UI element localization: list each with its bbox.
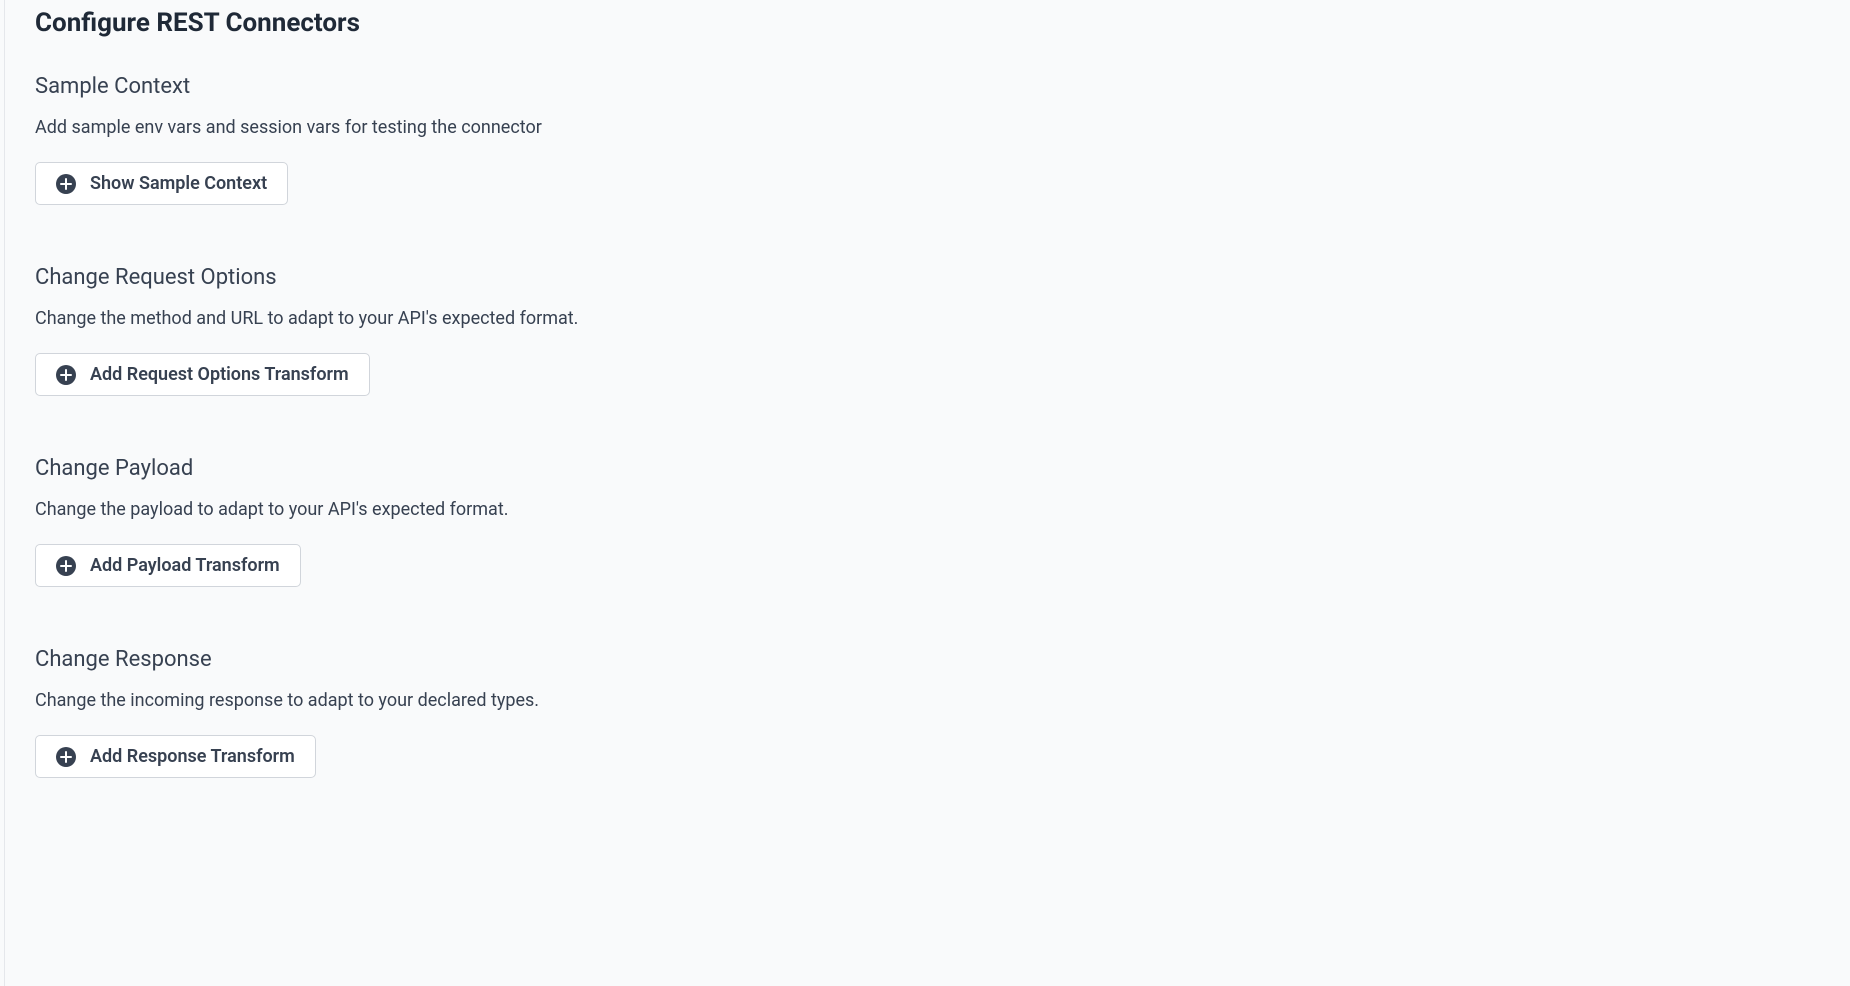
sample-context-title: Sample Context: [35, 74, 1820, 99]
payload-section: Change Payload Change the payload to ada…: [35, 456, 1820, 587]
add-request-options-transform-button[interactable]: Add Request Options Transform: [35, 353, 370, 396]
plus-circle-icon: [56, 747, 76, 767]
plus-circle-icon: [56, 174, 76, 194]
request-options-title: Change Request Options: [35, 265, 1820, 290]
response-title: Change Response: [35, 647, 1820, 672]
sample-context-description: Add sample env vars and session vars for…: [35, 117, 1820, 138]
plus-circle-icon: [56, 556, 76, 576]
response-description: Change the incoming response to adapt to…: [35, 690, 1820, 711]
response-section: Change Response Change the incoming resp…: [35, 647, 1820, 778]
payload-title: Change Payload: [35, 456, 1820, 481]
page-container: Configure REST Connectors Sample Context…: [4, 0, 1850, 986]
plus-circle-icon: [56, 365, 76, 385]
request-options-section: Change Request Options Change the method…: [35, 265, 1820, 396]
add-payload-transform-button[interactable]: Add Payload Transform: [35, 544, 301, 587]
add-payload-transform-label: Add Payload Transform: [90, 555, 280, 576]
show-sample-context-button[interactable]: Show Sample Context: [35, 162, 288, 205]
payload-description: Change the payload to adapt to your API'…: [35, 499, 1820, 520]
sample-context-section: Sample Context Add sample env vars and s…: [35, 74, 1820, 205]
show-sample-context-label: Show Sample Context: [90, 173, 267, 194]
add-request-options-transform-label: Add Request Options Transform: [90, 364, 349, 385]
request-options-description: Change the method and URL to adapt to yo…: [35, 308, 1820, 329]
page-title: Configure REST Connectors: [35, 8, 1820, 38]
add-response-transform-label: Add Response Transform: [90, 746, 295, 767]
add-response-transform-button[interactable]: Add Response Transform: [35, 735, 316, 778]
